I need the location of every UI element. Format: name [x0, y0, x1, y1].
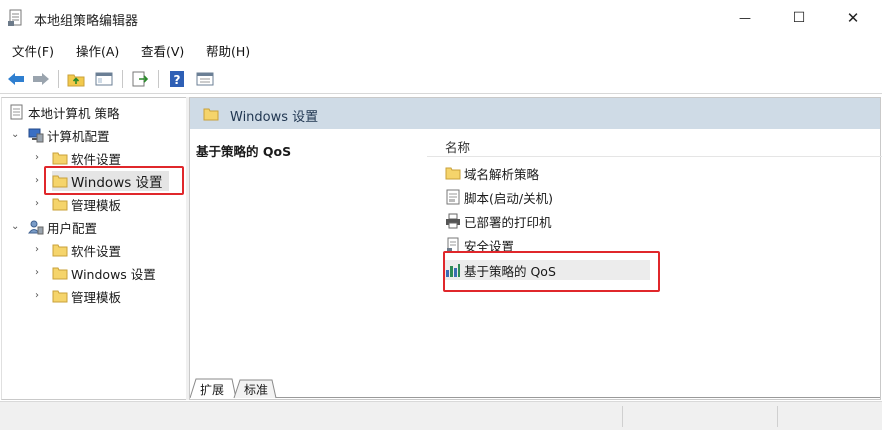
user-config-icon: [28, 220, 44, 235]
list-item[interactable]: 安全设置: [445, 235, 514, 255]
menu-view[interactable]: 查看(V): [141, 41, 184, 60]
security-icon: [447, 237, 459, 253]
title-bar: 本地组策略编辑器 — ☐ ✕: [0, 0, 882, 36]
maximize-button[interactable]: ☐: [776, 0, 822, 36]
tree-item-label: 软件设置: [71, 243, 122, 259]
tab-baseline: [190, 397, 880, 398]
tree-item-user-windows-settings[interactable]: Windows 设置: [52, 263, 156, 283]
chevron-right-icon[interactable]: ›: [35, 176, 45, 186]
tree-item-user-software-settings[interactable]: 软件设置: [52, 240, 121, 260]
tree-item-label: 软件设置: [71, 151, 122, 167]
status-cell: [777, 406, 778, 427]
qos-chart-icon: [446, 264, 460, 277]
tree-item-label: 计算机配置: [47, 128, 110, 144]
forward-arrow-icon[interactable]: [31, 69, 51, 89]
list-item[interactable]: 已部署的打印机: [445, 211, 552, 231]
policy-editor-icon: [8, 9, 22, 26]
window-title: 本地组策略编辑器: [34, 14, 139, 29]
tree-item-label: 用户配置: [47, 220, 98, 236]
list-item[interactable]: 域名解析策略: [445, 163, 539, 183]
tree-item-software-settings[interactable]: 软件设置: [52, 148, 121, 168]
close-icon: ✕: [846, 9, 860, 27]
maximize-icon: ☐: [792, 10, 806, 26]
chevron-right-icon[interactable]: ›: [35, 291, 45, 301]
script-icon: [446, 189, 460, 205]
menu-file[interactable]: 文件(F): [12, 41, 54, 60]
toolbar: ?: [0, 64, 882, 94]
close-button[interactable]: ✕: [830, 0, 876, 36]
column-header: 名称: [427, 129, 882, 157]
list-item-label: 已部署的打印机: [464, 214, 552, 230]
folder-icon: [52, 244, 68, 257]
tree-item-label: 本地计算机 策略: [28, 105, 120, 121]
menu-help[interactable]: 帮助(H): [206, 41, 250, 60]
minimize-icon: —: [739, 11, 751, 25]
minimize-button[interactable]: —: [722, 0, 768, 36]
toolbar-separator: [158, 70, 159, 88]
policy-document-icon: [10, 104, 23, 120]
tree-pane: 本地计算机 策略 ⌄ 计算机配置 › 软件设置 › Windows 设置 › 管…: [1, 97, 188, 400]
folder-icon: [52, 175, 68, 188]
list-item[interactable]: 脚本(启动/关机): [445, 187, 553, 207]
content-header: Windows 设置: [190, 98, 880, 129]
tree-item-label: Windows 设置: [71, 266, 156, 282]
tree-item-label: Windows 设置: [71, 175, 163, 191]
folder-icon: [203, 108, 219, 121]
menu-action[interactable]: 操作(A): [76, 41, 119, 60]
back-arrow-icon[interactable]: [6, 69, 26, 89]
folder-icon: [52, 267, 68, 280]
tree-item-root[interactable]: 本地计算机 策略: [9, 102, 119, 122]
folder-icon: [445, 167, 461, 180]
svg-text:?: ?: [174, 73, 181, 87]
list-item-label: 域名解析策略: [464, 166, 540, 182]
printer-icon: [446, 213, 460, 229]
list-item-selected[interactable]: 基于策略的 QoS: [445, 260, 650, 280]
content-header-title: Windows 设置: [230, 110, 319, 125]
status-bar: [0, 401, 882, 430]
list-item-label: 脚本(启动/关机): [464, 190, 553, 206]
up-folder-icon[interactable]: [66, 69, 86, 89]
show-hide-tree-icon[interactable]: [94, 69, 114, 89]
column-header-name[interactable]: 名称: [445, 137, 470, 156]
toolbar-separator: [58, 70, 59, 88]
computer-config-icon: [28, 128, 44, 143]
help-icon[interactable]: ?: [167, 69, 187, 89]
chevron-right-icon[interactable]: ›: [35, 153, 45, 163]
menu-bar: 文件(F) 操作(A) 查看(V) 帮助(H): [0, 38, 882, 60]
list-item-label: 基于策略的 QoS: [464, 263, 556, 279]
tree-item-computer-config[interactable]: 计算机配置: [28, 125, 110, 145]
folder-icon: [52, 152, 68, 165]
toolbar-separator: [122, 70, 123, 88]
folder-icon: [52, 290, 68, 303]
tree-item-user-config[interactable]: 用户配置: [28, 217, 97, 237]
tree-item-user-admin-templates[interactable]: 管理模板: [52, 286, 121, 306]
export-list-icon[interactable]: [130, 69, 150, 89]
status-cell: [622, 406, 623, 427]
tree-item-label: 管理模板: [71, 197, 122, 213]
tree-item-windows-settings[interactable]: Windows 设置: [52, 171, 169, 191]
chevron-right-icon[interactable]: ›: [35, 199, 45, 209]
tree-item-label: 管理模板: [71, 289, 122, 305]
content-pane: Windows 设置 基于策略的 QoS 名称 域名解析策略 脚本(启动/关机)…: [189, 97, 882, 400]
chevron-down-icon[interactable]: ⌄: [11, 222, 21, 232]
chevron-right-icon[interactable]: ›: [35, 268, 45, 278]
tab-extended[interactable]: 扩展: [192, 379, 230, 399]
view-tabs: 扩展 标准: [190, 377, 880, 399]
chevron-down-icon[interactable]: ⌄: [11, 130, 21, 140]
list-item-label: 安全设置: [464, 238, 515, 254]
description-title: 基于策略的 QoS: [196, 144, 292, 159]
properties-icon[interactable]: [195, 69, 215, 89]
chevron-right-icon[interactable]: ›: [35, 245, 45, 255]
tab-standard[interactable]: 标准: [236, 379, 274, 399]
tree-item-admin-templates[interactable]: 管理模板: [52, 194, 121, 214]
folder-icon: [52, 198, 68, 211]
